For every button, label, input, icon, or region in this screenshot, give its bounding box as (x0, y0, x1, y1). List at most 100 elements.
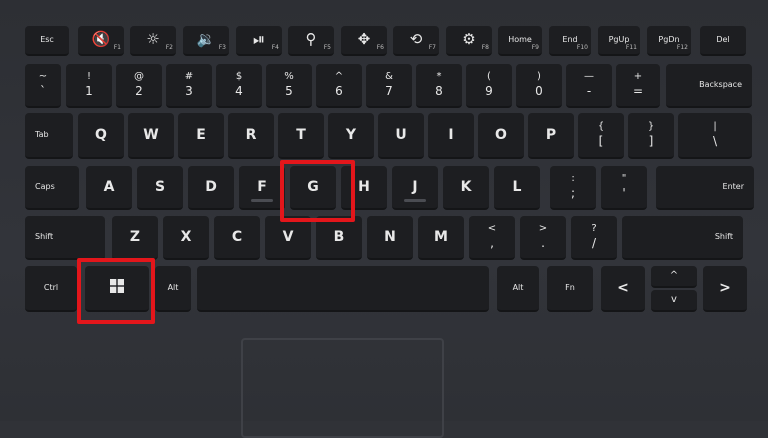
alt-key-right[interactable]: Alt (497, 266, 539, 312)
search-key[interactable]: ⚲ F5 (288, 26, 334, 56)
z-key-right[interactable]: Z (112, 216, 158, 260)
touchpad[interactable] (241, 338, 444, 438)
b-key-right[interactable]: B (316, 216, 362, 260)
key-4[interactable]: $4 (216, 64, 262, 108)
key-label: A (103, 178, 115, 195)
left-arrow-key[interactable]: < (601, 266, 645, 312)
end-key[interactable]: End F10 (549, 26, 591, 56)
key-0[interactable]: ~ ` (25, 64, 61, 108)
key-label: O (495, 126, 507, 143)
share-key[interactable]: ✥ F6 (341, 26, 387, 56)
m-key-right[interactable]: M (418, 216, 464, 260)
home-key[interactable]: Home F9 (498, 26, 542, 56)
d-key[interactable]: D (188, 166, 234, 210)
key-label: R (245, 126, 257, 143)
settings-key[interactable]: ⟲ F7 (393, 26, 439, 56)
highlight-windows-key (77, 258, 155, 324)
u-key[interactable]: U (378, 113, 424, 159)
key-1[interactable]: ! 1 (66, 64, 112, 108)
shift-key-left[interactable]: Shift (25, 216, 105, 260)
backlight-icon: ☼ (146, 30, 160, 49)
f-key[interactable]: F (239, 166, 285, 210)
ctrl-key[interactable]: Ctrl (25, 266, 77, 312)
o-key[interactable]: O (478, 113, 524, 159)
key-main-label: 9 (485, 84, 493, 99)
x-key-right[interactable]: X (163, 216, 209, 260)
punct-key-8[interactable]: <, (469, 216, 515, 260)
key-label: E (196, 126, 206, 143)
up-arrow-key[interactable]: ^ (651, 266, 697, 288)
k-key[interactable]: K (443, 166, 489, 210)
key-label: Home (508, 34, 532, 44)
play-pause-key[interactable]: ⏯ F4 (236, 26, 282, 56)
v-key-right[interactable]: V (265, 216, 311, 260)
alt-key-left[interactable]: Alt (155, 266, 191, 312)
l-key[interactable]: L (494, 166, 540, 210)
c-key-right[interactable]: C (214, 216, 260, 260)
key-label: L (512, 178, 522, 195)
fn-key[interactable]: Fn (547, 266, 593, 312)
key-8[interactable]: * 8 (416, 64, 462, 108)
key-7[interactable]: & 7 (366, 64, 412, 108)
n-key-right[interactable]: N (367, 216, 413, 260)
key-label: Ctrl (43, 282, 59, 292)
j-key[interactable]: J (392, 166, 438, 210)
pgdn-key[interactable]: PgDn F12 (647, 26, 691, 56)
shift-key-right[interactable]: Shift (622, 216, 743, 260)
pgup-key[interactable]: PgUp F11 (598, 26, 640, 56)
y-key[interactable]: Y (328, 113, 374, 159)
p-key[interactable]: P (528, 113, 574, 159)
key-12[interactable]: + = (616, 64, 660, 108)
key-label: Esc (40, 34, 54, 44)
key-2[interactable]: @2 (116, 64, 162, 108)
bracket-key-13[interactable]: | \ (678, 113, 752, 159)
key-main-label: ` (40, 84, 46, 99)
enter-key[interactable]: Enter (656, 166, 754, 210)
a-key[interactable]: A (86, 166, 132, 210)
key-shift-label: — (584, 70, 594, 82)
punct-key-11[interactable]: " ' (601, 166, 647, 210)
fn-label: F4 (271, 43, 279, 51)
bracket-key-11[interactable]: {[ (578, 113, 624, 159)
backspace[interactable]: Backspace (666, 64, 752, 108)
key-main-label: , (490, 236, 494, 251)
punct-key-10[interactable]: ? / (571, 216, 617, 260)
mute-key[interactable]: 🔇 F1 (78, 26, 124, 56)
key-6[interactable]: ^ 6 (316, 64, 362, 108)
right-arrow-key[interactable]: > (703, 266, 747, 312)
key-3[interactable]: #3 (166, 64, 212, 108)
fn-label: F10 (576, 43, 588, 51)
key-11[interactable]: — - (566, 64, 612, 108)
key-label: Shift (35, 231, 54, 241)
gear-key[interactable]: ⚙ F8 (446, 26, 492, 56)
spacebar[interactable] (197, 266, 489, 312)
tab-key[interactable]: Tab (25, 113, 73, 159)
down-arrow-key[interactable]: v (651, 290, 697, 312)
del-key[interactable]: Del (700, 26, 746, 56)
key-label: > (719, 279, 731, 296)
i-key[interactable]: I (428, 113, 474, 159)
key-main-label: - (586, 84, 592, 99)
w-key[interactable]: W (128, 113, 174, 159)
gear-icon: ⚙ (462, 30, 476, 49)
bracket-key-12[interactable]: }] (628, 113, 674, 159)
key-label: < (617, 279, 629, 296)
key-5[interactable]: % 5 (266, 64, 312, 108)
r-key[interactable]: R (228, 113, 274, 159)
backlight-key[interactable]: ☼ F2 (130, 26, 176, 56)
key-9[interactable]: (9 (466, 64, 512, 108)
key-label: D (205, 178, 217, 195)
e-key[interactable]: E (178, 113, 224, 159)
q-key[interactable]: Q (78, 113, 124, 159)
caps-key[interactable]: Caps (25, 166, 79, 210)
key-label: Y (345, 126, 357, 143)
s-key[interactable]: S (137, 166, 183, 210)
esc-key[interactable]: Esc (25, 26, 69, 56)
key-label: v (671, 293, 677, 305)
volume-down-key[interactable]: 🔉 F3 (183, 26, 229, 56)
t-key[interactable]: T (278, 113, 324, 159)
punct-key-10[interactable]: :; (550, 166, 596, 210)
punct-key-9[interactable]: >. (520, 216, 566, 260)
key-shift-label: & (385, 70, 393, 82)
key-10[interactable]: ) 0 (516, 64, 562, 108)
